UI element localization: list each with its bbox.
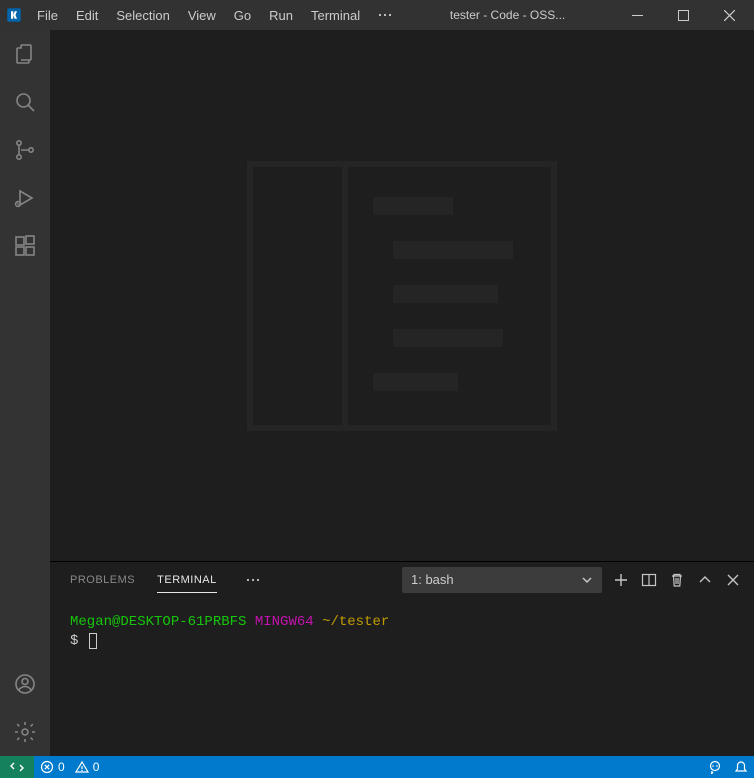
maximize-panel-icon[interactable] [696, 571, 714, 589]
status-notifications-icon[interactable] [728, 756, 754, 778]
title-bar: File Edit Selection View Go Run Terminal… [0, 0, 754, 30]
terminal-user: Megan@DESKTOP-61PRBFS [70, 614, 246, 630]
warning-count: 0 [93, 760, 100, 774]
panel-tab-overflow-icon[interactable] [239, 572, 267, 588]
minimize-button[interactable] [614, 0, 660, 30]
new-terminal-icon[interactable] [612, 571, 630, 589]
menu-go[interactable]: Go [225, 0, 260, 30]
terminal-output[interactable]: Megan@DESKTOP-61PRBFS MINGW64 ~/tester $ [50, 597, 754, 756]
error-icon [40, 760, 54, 774]
editor-empty-state [50, 30, 754, 561]
app-icon [0, 0, 28, 30]
remote-indicator-icon[interactable] [0, 756, 34, 778]
tab-terminal[interactable]: Terminal [157, 567, 217, 593]
terminal-cursor [89, 633, 97, 649]
menu-terminal[interactable]: Terminal [302, 0, 369, 30]
status-feedback-icon[interactable] [702, 756, 728, 778]
maximize-button[interactable] [660, 0, 706, 30]
bottom-panel: Problems Terminal 1: bash [50, 561, 754, 756]
editor-area: Problems Terminal 1: bash [50, 30, 754, 756]
terminal-prompt: $ [70, 633, 78, 649]
warning-icon [75, 760, 89, 774]
menu-file[interactable]: File [28, 0, 67, 30]
menu-bar: File Edit Selection View Go Run Terminal [28, 0, 401, 30]
tab-problems[interactable]: Problems [70, 567, 135, 593]
terminal-selector-dropdown[interactable]: 1: bash [402, 567, 602, 593]
kill-terminal-icon[interactable] [668, 571, 686, 589]
menu-overflow-icon[interactable] [369, 0, 401, 30]
menu-edit[interactable]: Edit [67, 0, 107, 30]
menu-run[interactable]: Run [260, 0, 302, 30]
terminal-path: ~/tester [322, 614, 389, 630]
close-button[interactable] [706, 0, 752, 30]
terminal-selector-value: 1: bash [411, 572, 454, 587]
source-control-icon[interactable] [0, 126, 50, 174]
accounts-icon[interactable] [0, 660, 50, 708]
extensions-icon[interactable] [0, 222, 50, 270]
split-terminal-icon[interactable] [640, 571, 658, 589]
error-count: 0 [58, 760, 65, 774]
status-errors[interactable]: 0 0 [34, 756, 105, 778]
close-panel-icon[interactable] [724, 571, 742, 589]
editor-watermark-icon [247, 161, 557, 431]
window-controls [614, 0, 752, 30]
search-icon[interactable] [0, 78, 50, 126]
panel-tabs: Problems Terminal 1: bash [50, 562, 754, 597]
settings-gear-icon[interactable] [0, 708, 50, 756]
activity-bar [0, 30, 50, 756]
run-debug-icon[interactable] [0, 174, 50, 222]
window-title: tester - Code - OSS... [401, 8, 614, 22]
menu-selection[interactable]: Selection [107, 0, 178, 30]
explorer-icon[interactable] [0, 30, 50, 78]
terminal-env: MINGW64 [255, 614, 314, 630]
status-bar: 0 0 [0, 756, 754, 778]
chevron-down-icon [581, 574, 593, 586]
menu-view[interactable]: View [179, 0, 225, 30]
